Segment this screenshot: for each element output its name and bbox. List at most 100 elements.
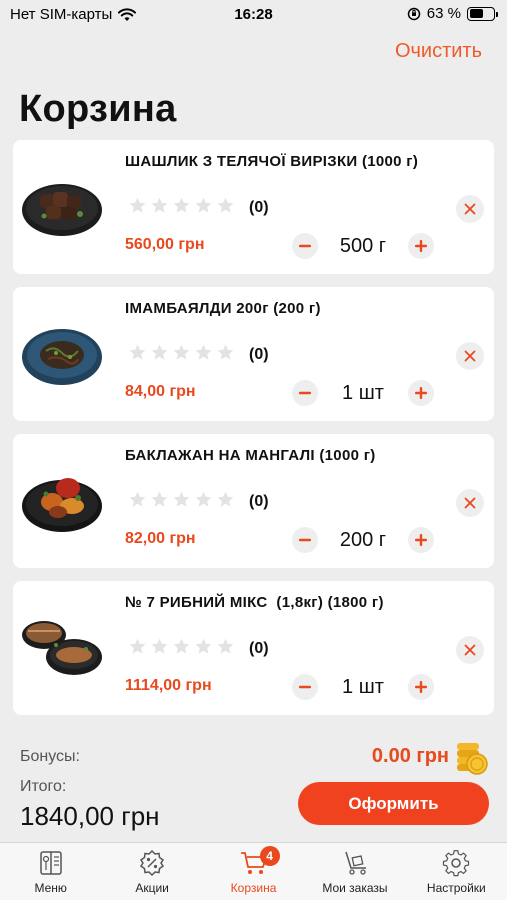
cart-list: ШАШЛИК З ТЕЛЯЧОЇ ВИРІЗКИ (1000 г) (0) 56… [13, 140, 494, 728]
cart-item: № 7 РИБНИЙ МІКС (1,8кг) (1800 г) (0) 111… [13, 581, 494, 715]
battery-percent: 63 % [426, 5, 461, 22]
item-price: 84,00 грн [125, 383, 196, 400]
star-icon [173, 344, 190, 360]
tab-discount[interactable]: Акции [101, 843, 202, 900]
close-icon [464, 497, 476, 509]
status-right: 63 % [407, 5, 498, 22]
close-icon [464, 203, 476, 215]
plus-icon [415, 681, 427, 693]
tab-cart[interactable]: Корзина 4 [203, 843, 304, 900]
star-icon [129, 197, 146, 213]
plus-icon [415, 534, 427, 546]
star-icon [151, 197, 168, 213]
star-icon [129, 638, 146, 654]
plus-icon [415, 387, 427, 399]
tab-trolley[interactable]: Мои заказы [304, 843, 405, 900]
status-bar: Нет SIM-карты 16:28 63 % [0, 0, 507, 30]
tab-gear[interactable]: Настройки [406, 843, 507, 900]
decrease-quantity-button[interactable] [292, 674, 318, 700]
star-icon [217, 197, 234, 213]
gear-icon [443, 850, 470, 877]
item-name[interactable]: ІМАМБАЯЛДИ 200г (200 г) [125, 300, 321, 317]
star-icon [173, 197, 190, 213]
decrease-quantity-button[interactable] [292, 380, 318, 406]
increase-quantity-button[interactable] [408, 674, 434, 700]
item-name[interactable]: № 7 РИБНИЙ МІКС (1,8кг) (1800 г) [125, 594, 384, 611]
bonus-value: 0.00 грн [371, 745, 449, 767]
bonus-label: Бонусы: [20, 748, 80, 765]
item-price: 560,00 грн [125, 236, 205, 253]
quantity-value: 1 шт [342, 676, 384, 698]
increase-quantity-button[interactable] [408, 380, 434, 406]
tab-label: Меню [34, 881, 67, 895]
review-count: (0) [249, 493, 269, 510]
remove-item-button[interactable] [456, 342, 484, 370]
tab-label: Настройки [426, 881, 486, 895]
star-icon [129, 344, 146, 360]
item-name[interactable]: ШАШЛИК З ТЕЛЯЧОЇ ВИРІЗКИ (1000 г) [125, 153, 418, 170]
tab-label: Мои заказы [322, 881, 388, 895]
total-label: Итого: [20, 778, 67, 795]
decrease-quantity-button[interactable] [292, 527, 318, 553]
cart-count-badge: 4 [259, 846, 280, 866]
minus-icon [299, 244, 311, 248]
minus-icon [299, 391, 311, 395]
remove-item-button[interactable] [456, 195, 484, 223]
star-icon [195, 344, 212, 360]
cart-item: БАКЛАЖАН НА МАНГАЛІ (1000 г) (0) 82,00 г… [13, 434, 494, 568]
quantity-value: 1 шт [342, 382, 384, 404]
cart-item: ІМАМБАЯЛДИ 200г (200 г) (0) 84,00 грн 1 … [13, 287, 494, 421]
discount-icon [140, 849, 165, 877]
minus-icon [299, 685, 311, 689]
quantity-value: 200 г [339, 529, 387, 551]
eggplant-dish-image [22, 329, 102, 385]
star-icon [151, 491, 168, 507]
item-price: 82,00 грн [125, 530, 196, 547]
remove-item-button[interactable] [456, 636, 484, 664]
review-count: (0) [249, 346, 269, 363]
tab-label: Акции [135, 881, 169, 895]
star-icon [217, 491, 234, 507]
cart-item: ШАШЛИК З ТЕЛЯЧОЇ ВИРІЗКИ (1000 г) (0) 56… [13, 140, 494, 274]
tab-bar: Меню Акции Корзина 4 Мои заказы Настройк… [0, 842, 507, 900]
star-icon [195, 491, 212, 507]
coins-icon [457, 743, 488, 775]
star-icon [217, 638, 234, 654]
fish-mix-image [22, 621, 102, 675]
orientation-lock-icon [407, 7, 421, 20]
minus-icon [299, 538, 311, 542]
quantity-value: 500 г [339, 235, 387, 257]
star-icon [173, 638, 190, 654]
battery-icon [467, 6, 498, 21]
star-icon [195, 638, 212, 654]
star-icon [151, 638, 168, 654]
battery-level [469, 9, 484, 18]
plus-icon [415, 240, 427, 252]
review-count: (0) [249, 640, 269, 657]
tab-menu-book[interactable]: Меню [0, 843, 101, 900]
trolley-icon [345, 851, 366, 875]
star-icon [151, 344, 168, 360]
review-count: (0) [249, 199, 269, 216]
page-title: Корзина [19, 88, 177, 130]
star-icon [217, 344, 234, 360]
close-icon [464, 350, 476, 362]
increase-quantity-button[interactable] [408, 233, 434, 259]
item-price: 1114,00 грн [125, 677, 212, 694]
grilled-meat-dish-image [22, 184, 102, 236]
star-icon [129, 491, 146, 507]
item-name[interactable]: БАКЛАЖАН НА МАНГАЛІ (1000 г) [125, 447, 376, 464]
clear-cart-button[interactable]: Очистить [395, 40, 482, 63]
grilled-vegetables-image [22, 478, 102, 532]
tab-label: Корзина [230, 881, 277, 895]
rating-stars [128, 343, 235, 362]
increase-quantity-button[interactable] [408, 527, 434, 553]
rating-stars [128, 196, 235, 215]
total-value: 1840,00 грн [20, 801, 160, 831]
close-icon [464, 644, 476, 656]
rating-stars [128, 637, 235, 656]
remove-item-button[interactable] [456, 489, 484, 517]
checkout-button[interactable]: Оформить [298, 782, 489, 825]
star-icon [195, 197, 212, 213]
decrease-quantity-button[interactable] [292, 233, 318, 259]
